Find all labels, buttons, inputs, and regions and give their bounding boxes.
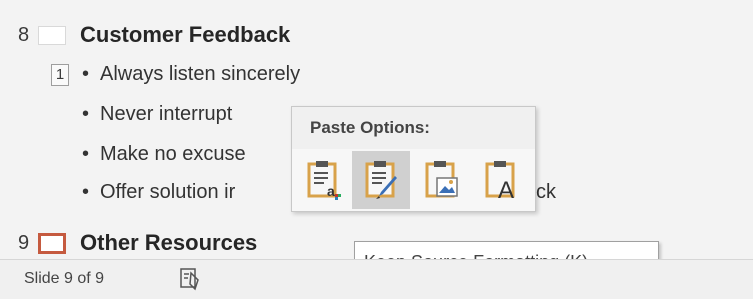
use-destination-theme-icon: a [307, 161, 341, 200]
paste-use-destination-theme-button[interactable]: a [294, 151, 352, 209]
keep-text-only-icon: A [485, 161, 515, 202]
slide-title[interactable]: Other Resources [80, 230, 257, 256]
paste-options-title: Paste Options: [292, 107, 535, 149]
slide-number: 9 [18, 231, 30, 254]
comment-marker[interactable]: 1 [51, 64, 69, 86]
keep-source-formatting-icon [365, 161, 397, 199]
bullet-dot: • [82, 103, 90, 125]
bullet-text-tail: ck [536, 181, 556, 204]
paste-keep-text-only-button[interactable]: A [472, 151, 530, 209]
slide-counter: Slide 9 of 9 [24, 270, 105, 287]
notes-icon[interactable] [178, 267, 202, 291]
bullet-item[interactable]: • Always listen sincerely [82, 63, 300, 86]
slide-thumbnail-selected-icon[interactable] [38, 232, 66, 254]
svg-text:A: A [498, 177, 514, 202]
bullet-item[interactable]: • Offer solution ir [82, 181, 235, 204]
bullet-text[interactable]: Always listen sincerely [100, 63, 300, 86]
paste-picture-icon [425, 161, 458, 198]
bullet-item[interactable]: • Make no excuse [82, 143, 246, 166]
slide-number: 8 [18, 23, 30, 46]
slide-thumbnail-icon[interactable] [38, 25, 66, 45]
slide-title[interactable]: Customer Feedback [80, 22, 290, 48]
outline-slide-9[interactable]: 9 Other Resources [18, 230, 257, 256]
paste-keep-source-formatting-button[interactable] [352, 151, 410, 209]
bullet-text[interactable]: Make no excuse [100, 143, 246, 166]
bullet-text[interactable]: Offer solution ir [100, 181, 235, 204]
bullet-dot: • [82, 181, 90, 203]
svg-text:a: a [327, 183, 335, 199]
status-bar: Slide 9 of 9 [0, 259, 753, 299]
bullet-item[interactable]: • Never interrupt [82, 103, 232, 126]
bullet-text[interactable]: Never interrupt [100, 103, 232, 126]
bullet-text-tail-text: ck [536, 181, 556, 203]
outline-slide-8[interactable]: 8 Customer Feedback [18, 22, 290, 48]
paste-picture-button[interactable] [412, 151, 470, 209]
bullet-dot: • [82, 63, 90, 85]
bullet-dot: • [82, 143, 90, 165]
paste-options-popup: Paste Options: a A [291, 106, 536, 212]
